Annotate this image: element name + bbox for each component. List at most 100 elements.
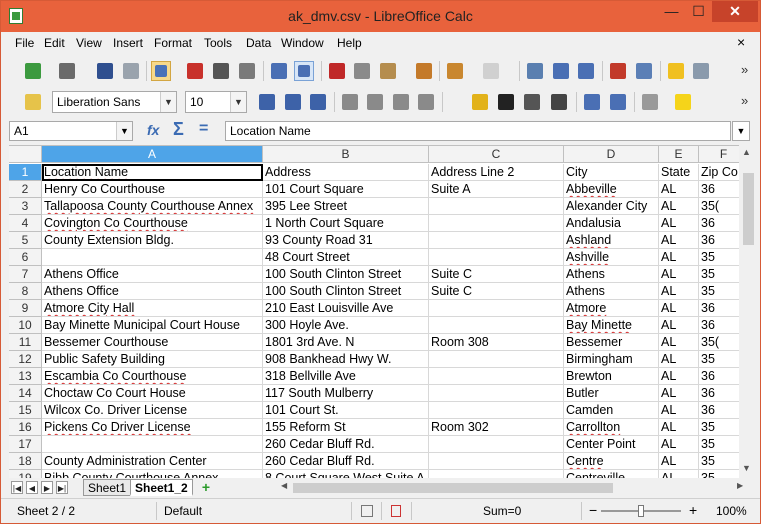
row-header[interactable]: 17 [9, 436, 42, 453]
cell-c14[interactable] [429, 385, 564, 402]
bold-icon[interactable] [257, 92, 277, 112]
sum-icon[interactable]: Σ [173, 119, 184, 140]
cell-d4[interactable]: Andalusia [564, 215, 659, 232]
cell-a14[interactable]: Choctaw Co Court House [42, 385, 263, 402]
styles-icon[interactable] [23, 92, 43, 112]
menu-edit[interactable]: Edit [44, 36, 65, 50]
cell-c8[interactable]: Suite C [429, 283, 564, 300]
cell-a6[interactable] [42, 249, 263, 266]
cell-e11[interactable]: AL [659, 334, 699, 351]
export-pdf-icon[interactable] [185, 61, 205, 81]
row-header[interactable]: 14 [9, 385, 42, 402]
maximize-button[interactable]: ☐ [685, 1, 712, 22]
cell-e17[interactable]: AL [659, 436, 699, 453]
cell-a17[interactable] [42, 436, 263, 453]
cell-f10[interactable]: 36 [699, 317, 739, 334]
cell-d17[interactable]: Center Point [564, 436, 659, 453]
row-header[interactable]: 2 [9, 181, 42, 198]
cell-e14[interactable]: AL [659, 385, 699, 402]
cell-a12[interactable]: Public Safety Building [42, 351, 263, 368]
expand-formula-bar-icon[interactable]: ▼ [732, 121, 750, 141]
borders-icon[interactable] [640, 92, 660, 112]
zoom-level[interactable]: 100% [716, 504, 747, 518]
cell-a13[interactable]: Escambia Co Courthouse [42, 368, 263, 385]
cell-b18[interactable]: 260 Cedar Bluff Rd. [263, 453, 429, 470]
cell-d18[interactable]: Centre [564, 453, 659, 470]
chevron-down-icon[interactable]: ▼ [116, 122, 132, 140]
menu-file[interactable]: File [15, 36, 34, 50]
row-header[interactable]: 10 [9, 317, 42, 334]
row-header[interactable]: 19 [9, 470, 42, 478]
cell-a8[interactable]: Athens Office [42, 283, 263, 300]
save-icon[interactable] [95, 61, 115, 81]
spelling-icon[interactable] [269, 61, 289, 81]
cell-d15[interactable]: Camden [564, 402, 659, 419]
cell-f18[interactable]: 35 [699, 453, 739, 470]
row-header[interactable]: 5 [9, 232, 42, 249]
cell-f1[interactable]: Zip Co [699, 164, 739, 181]
scroll-down-icon[interactable]: ▼ [742, 463, 751, 473]
increase-indent-icon[interactable] [608, 92, 628, 112]
cell-c11[interactable]: Room 308 [429, 334, 564, 351]
cell-c15[interactable] [429, 402, 564, 419]
cell-f17[interactable]: 35 [699, 436, 739, 453]
close-document-icon[interactable]: × [737, 34, 745, 50]
cell-a9[interactable]: Atmore City Hall [42, 300, 263, 317]
spreadsheet-grid[interactable]: A B C D E F 1 Location Name Address Address Line … [9, 145, 739, 478]
cell-e9[interactable]: AL [659, 300, 699, 317]
cell-c17[interactable] [429, 436, 564, 453]
row-header[interactable]: 15 [9, 402, 42, 419]
cell-d14[interactable]: Butler [564, 385, 659, 402]
underline-icon[interactable] [308, 92, 328, 112]
cell-d12[interactable]: Birmingham [564, 351, 659, 368]
find-replace-icon[interactable] [525, 61, 545, 81]
previous-sheet-icon[interactable]: ◀ [26, 481, 38, 494]
cell-c4[interactable] [429, 215, 564, 232]
cell-c1[interactable]: Address Line 2 [429, 164, 564, 181]
cell-e18[interactable]: AL [659, 453, 699, 470]
cell-c19[interactable] [429, 470, 564, 478]
cell-d11[interactable]: Bessemer [564, 334, 659, 351]
cell-e19[interactable]: AL [659, 470, 699, 478]
row-header[interactable]: 13 [9, 368, 42, 385]
cell-c5[interactable] [429, 232, 564, 249]
cell-e7[interactable]: AL [659, 266, 699, 283]
scroll-left-icon[interactable]: ◀ [281, 481, 287, 490]
scroll-right-icon[interactable]: ▶ [737, 481, 743, 490]
cell-c12[interactable] [429, 351, 564, 368]
row-header[interactable]: 7 [9, 266, 42, 283]
cell-f14[interactable]: 36 [699, 385, 739, 402]
cell-c9[interactable] [429, 300, 564, 317]
cell-c3[interactable] [429, 198, 564, 215]
menu-insert[interactable]: Insert [113, 36, 143, 50]
menu-window[interactable]: Window [281, 36, 324, 50]
menu-format[interactable]: Format [154, 36, 192, 50]
horizontal-scroll-thumb[interactable] [293, 483, 613, 493]
horizontal-scrollbar[interactable]: ◀ ▶ [279, 481, 749, 495]
edit-mode-icon[interactable] [151, 61, 171, 81]
first-sheet-icon[interactable]: |◀ [11, 481, 23, 494]
add-sheet-icon[interactable]: + [197, 480, 215, 495]
cell-b12[interactable]: 908 Bankhead Hwy W. [263, 351, 429, 368]
currency-format-icon[interactable] [470, 92, 490, 112]
cell-a11[interactable]: Bessemer Courthouse [42, 334, 263, 351]
zoom-out-icon[interactable]: − [589, 502, 597, 518]
page-style[interactable]: Default [164, 504, 202, 518]
cell-f7[interactable]: 35 [699, 266, 739, 283]
cell-b9[interactable]: 210 East Louisville Ave [263, 300, 429, 317]
cell-b10[interactable]: 300 Hoyle Ave. [263, 317, 429, 334]
cell-d7[interactable]: Athens [564, 266, 659, 283]
cell-a3[interactable]: Tallapoosa County Courthouse Annex [42, 198, 263, 215]
cell-a5[interactable]: County Extension Bldg. [42, 232, 263, 249]
cell-f9[interactable]: 36 [699, 300, 739, 317]
insert-chart-icon[interactable] [608, 61, 628, 81]
cell-d3[interactable]: Alexander City [564, 198, 659, 215]
cell-c18[interactable] [429, 453, 564, 470]
pivot-table-icon[interactable] [634, 61, 654, 81]
italic-icon[interactable] [283, 92, 303, 112]
last-sheet-icon[interactable]: ▶| [56, 481, 68, 494]
cell-b5[interactable]: 93 County Road 31 [263, 232, 429, 249]
paste-icon[interactable] [378, 61, 398, 81]
zoom-slider-thumb[interactable] [638, 505, 644, 517]
percent-format-icon[interactable] [496, 92, 516, 112]
